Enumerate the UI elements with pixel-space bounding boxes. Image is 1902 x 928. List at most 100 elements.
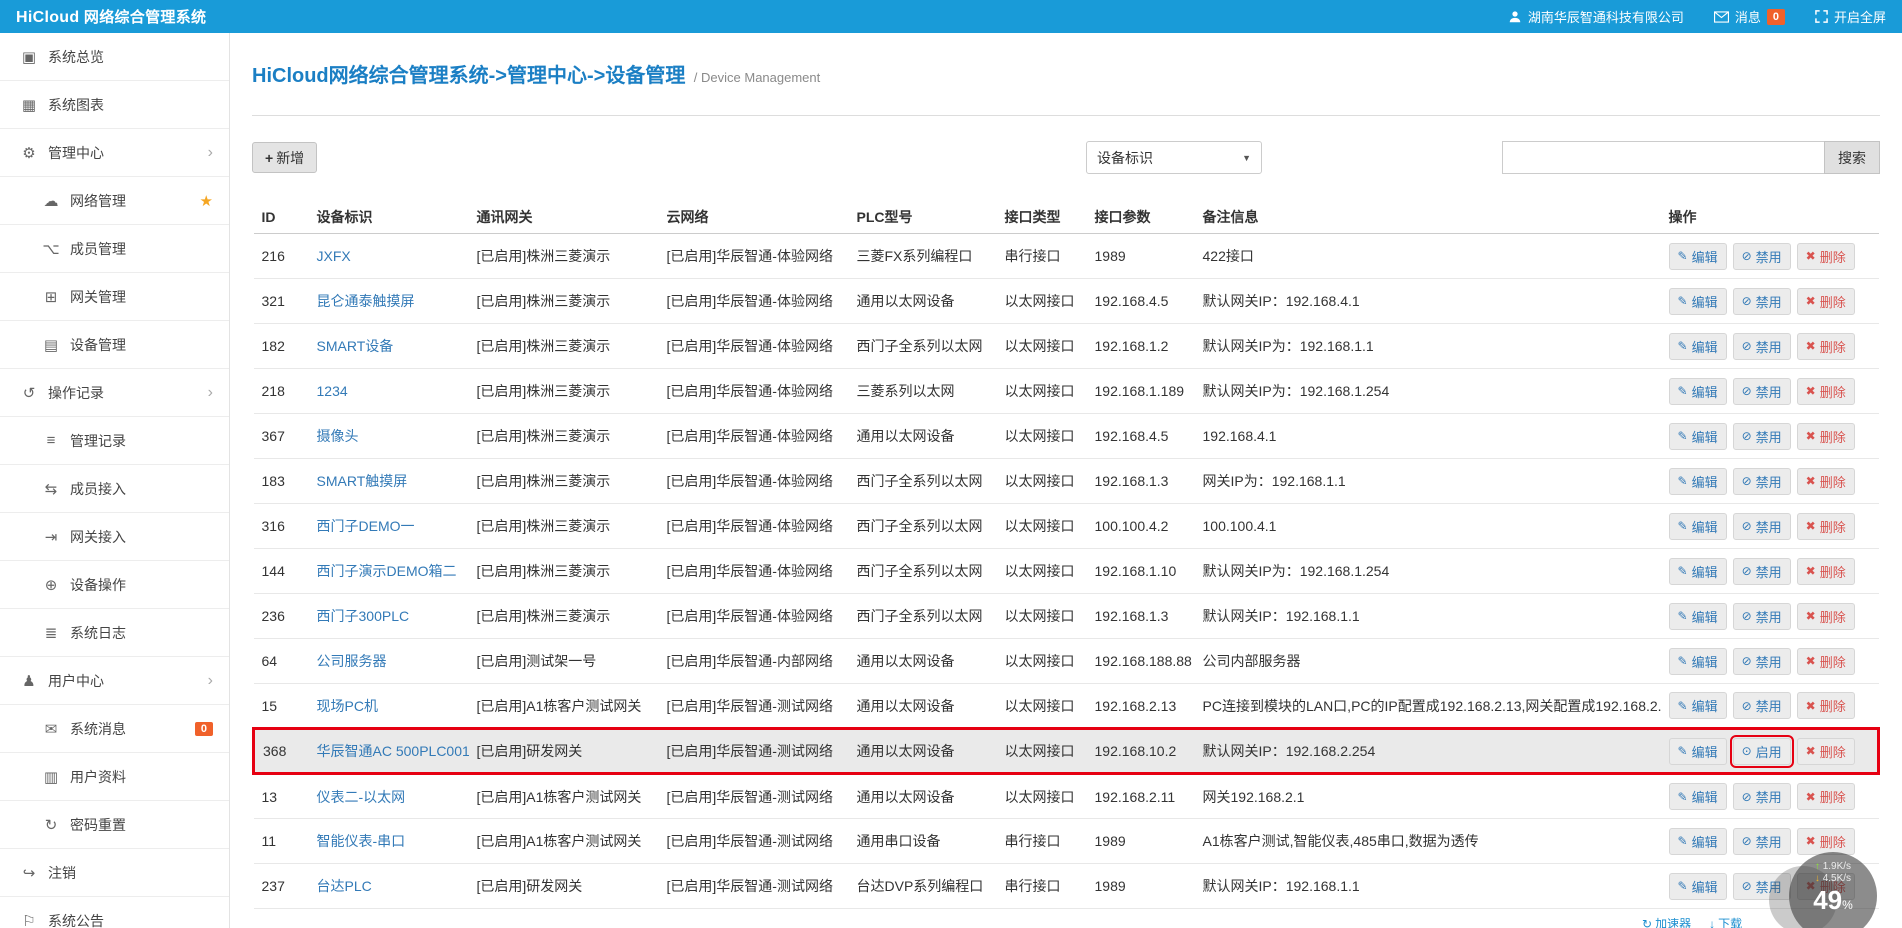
device-name-link[interactable]: 1234 — [317, 383, 348, 399]
disable-button[interactable]: ⊘ 禁用 — [1732, 422, 1791, 450]
cell-gateway: [已启用]A1栋客户测试网关 — [468, 683, 659, 729]
disable-button[interactable]: ⊘ 禁用 — [1732, 467, 1791, 495]
edit-button[interactable]: ✎ 编辑 — [1668, 692, 1727, 719]
edit-button[interactable]: ✎ 编辑 — [1668, 872, 1727, 900]
sidebar-item-messages[interactable]: ✉ 系统消息 0 — [0, 705, 229, 753]
add-device-button[interactable]: + 新增 — [252, 142, 318, 173]
fullscreen-button[interactable]: 开启全屏 — [1815, 7, 1886, 26]
disable-button[interactable]: ⊘ 禁用 — [1732, 377, 1791, 405]
delete-button[interactable]: ✖删除 — [1796, 377, 1855, 405]
delete-button[interactable]: ✖删除 — [1796, 242, 1855, 270]
disable-button[interactable]: ⊘ 禁用 — [1732, 287, 1791, 315]
device-name-link[interactable]: 摄像头 — [317, 428, 359, 444]
device-name-link[interactable]: 智能仪表-串口 — [317, 833, 406, 849]
device-name-link[interactable]: 仪表二-以太网 — [317, 789, 406, 805]
search-input[interactable] — [1502, 141, 1824, 174]
delete-button[interactable]: ✖删除 — [1796, 692, 1855, 719]
device-name-link[interactable]: 现场PC机 — [317, 698, 378, 714]
edit-button[interactable]: ✎ 编辑 — [1668, 332, 1727, 360]
cell-interface-type: 以太网接口 — [996, 548, 1087, 594]
device-name-link[interactable]: JXFX — [317, 248, 351, 264]
disable-button[interactable]: ⊘ 禁用 — [1732, 512, 1791, 540]
cell-ops: ✎ 编辑 ⊙ 启用 ✖ 删除 — [1660, 727, 1880, 775]
device-name-link[interactable]: 西门子演示DEMO箱二 — [317, 563, 457, 579]
edit-button[interactable]: ✎ 编辑 — [1668, 377, 1727, 405]
delete-button[interactable]: ✖删除 — [1796, 287, 1855, 315]
device-name-link[interactable]: 西门子DEMO一 — [317, 518, 415, 534]
edit-button[interactable]: ✎ 编辑 — [1668, 287, 1727, 315]
sidebar-item-syslog[interactable]: ≣ 系统日志 — [0, 609, 229, 657]
sidebar-item-network-mgmt[interactable]: ☁ 网络管理 ★ — [0, 177, 229, 225]
delete-button[interactable]: ✖删除 — [1796, 512, 1855, 540]
delete-button[interactable]: ✖删除 — [1796, 602, 1855, 630]
delete-button[interactable]: ✖删除 — [1796, 737, 1855, 765]
edit-icon: ✎ — [1677, 654, 1688, 668]
device-name-link[interactable]: SMART设备 — [317, 338, 394, 354]
disable-button[interactable]: ⊘ 禁用 — [1732, 827, 1791, 855]
disable-button[interactable]: ⊘ 禁用 — [1732, 692, 1791, 719]
sidebar-item-member-access[interactable]: ⇆ 成员接入 — [0, 465, 229, 513]
disable-icon: ⊘ — [1741, 339, 1752, 353]
delete-button[interactable]: ✖删除 — [1796, 332, 1855, 360]
edit-button[interactable]: ✎ 编辑 — [1668, 737, 1727, 765]
user-icon — [1509, 10, 1521, 22]
sidebar-item-announcement[interactable]: ⚐ 系统公告 — [0, 897, 229, 928]
delete-button[interactable]: ✖删除 — [1796, 557, 1855, 585]
company-menu[interactable]: 湖南华辰智通科技有限公司 — [1508, 7, 1684, 26]
sidebar-item-charts[interactable]: ▦ 系统图表 — [0, 81, 229, 129]
device-name-link[interactable]: 昆仑通泰触摸屏 — [317, 293, 415, 309]
sidebar-item-mgmt-records[interactable]: ≡ 管理记录 — [0, 417, 229, 465]
sidebar-item-mgmt-center[interactable]: ⚙ 管理中心 › — [0, 129, 229, 177]
edit-button[interactable]: ✎ 编辑 — [1668, 602, 1727, 630]
device-name-link[interactable]: 公司服务器 — [317, 653, 387, 669]
disable-button[interactable]: ⊘ 禁用 — [1732, 557, 1791, 585]
speed-float-ball[interactable]: ↑ 1.9K/s ↓ 4.5K/s 49% — [1769, 852, 1877, 928]
disable-button[interactable]: ⊘ 禁用 — [1732, 242, 1791, 270]
edit-button[interactable]: ✎ 编辑 — [1668, 422, 1727, 450]
sidebar-item-device-ops[interactable]: ⊕ 设备操作 — [0, 561, 229, 609]
search-button[interactable]: 搜索 — [1824, 141, 1880, 174]
delete-button[interactable]: ✖删除 — [1796, 467, 1855, 495]
sidebar-item-user-center[interactable]: ♟ 用户中心 › — [0, 657, 229, 705]
cell-device-name: 昆仑通泰触摸屏 — [308, 278, 469, 324]
cell-gateway: [已启用]A1栋客户测试网关 — [468, 818, 659, 864]
cell-id: 236 — [253, 593, 309, 639]
sidebar-item-logout[interactable]: ↪ 注销 — [0, 849, 229, 897]
overlay-link-加速器[interactable]: ↻ 加速器 — [1642, 915, 1691, 928]
device-name-link[interactable]: 台达PLC — [317, 878, 372, 894]
device-name-link[interactable]: 西门子300PLC — [317, 608, 410, 624]
top-navbar: HiCloud 网络综合管理系统 湖南华辰智通科技有限公司 消息 0 开启全屏 — [0, 0, 1902, 33]
disable-button[interactable]: ⊘ 禁用 — [1732, 647, 1791, 675]
device-name-link[interactable]: 华辰智通AC 500PLC001 — [317, 743, 469, 759]
edit-button[interactable]: ✎ 编辑 — [1668, 242, 1727, 270]
edit-button[interactable]: ✎ 编辑 — [1668, 512, 1727, 540]
disable-button[interactable]: ⊘ 禁用 — [1732, 783, 1791, 810]
sidebar-item-device-mgmt[interactable]: ▤ 设备管理 — [0, 321, 229, 369]
delete-button[interactable]: ✖删除 — [1796, 647, 1855, 675]
messages-menu[interactable]: 消息 0 — [1713, 7, 1785, 26]
enable-button[interactable]: ⊙ 启用 — [1729, 734, 1794, 768]
disable-button[interactable]: ⊘ 禁用 — [1732, 332, 1791, 360]
overlay-link-下载[interactable]: ↓ 下载 — [1709, 915, 1742, 928]
sidebar-item-member-mgmt[interactable]: ⌥ 成员管理 — [0, 225, 229, 273]
edit-button[interactable]: ✎ 编辑 — [1668, 467, 1727, 495]
delete-button[interactable]: ✖删除 — [1796, 422, 1855, 450]
sidebar-item-label: 网络管理 — [70, 192, 126, 209]
edit-button[interactable]: ✎ 编辑 — [1668, 647, 1727, 675]
delete-button[interactable]: ✖删除 — [1796, 827, 1855, 855]
edit-button[interactable]: ✎ 编辑 — [1668, 557, 1727, 585]
sidebar-item-gateway-mgmt[interactable]: ⊞ 网关管理 — [0, 273, 229, 321]
delete-button[interactable]: ✖删除 — [1796, 783, 1855, 810]
device-name-link[interactable]: SMART触摸屏 — [317, 473, 408, 489]
sidebar-item-overview[interactable]: ▣ 系统总览 — [0, 33, 229, 81]
edit-button[interactable]: ✎ 编辑 — [1668, 783, 1727, 810]
sidebar-item-profile[interactable]: ▥ 用户资料 — [0, 753, 229, 801]
sidebar-item-password-reset[interactable]: ↻ 密码重置 — [0, 801, 229, 849]
edit-icon: ✎ — [1677, 744, 1688, 758]
edit-button[interactable]: ✎ 编辑 — [1668, 827, 1727, 855]
sidebar-item-op-records[interactable]: ↺ 操作记录 › — [0, 369, 229, 417]
disable-button[interactable]: ⊘ 禁用 — [1732, 602, 1791, 630]
device-filter-dropdown[interactable]: 设备标识 ▼ — [1086, 141, 1262, 174]
sidebar-item-gateway-access[interactable]: ⇥ 网关接入 — [0, 513, 229, 561]
app-brand[interactable]: HiCloud 网络综合管理系统 — [16, 6, 206, 27]
